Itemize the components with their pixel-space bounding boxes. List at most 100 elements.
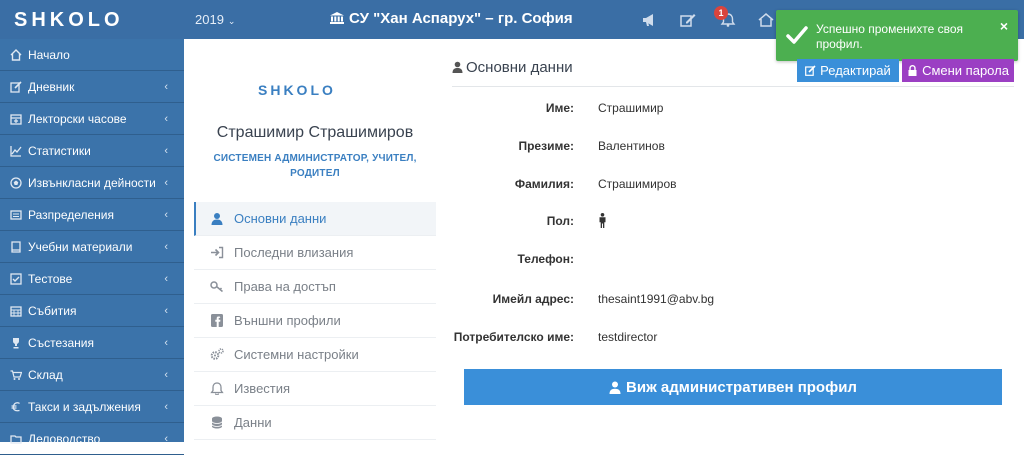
user-icon	[609, 381, 621, 394]
sidebar-item-records[interactable]: Деловодство ‹	[0, 423, 184, 455]
profile-menu-label: Известия	[234, 381, 291, 396]
toast-close-icon[interactable]: ×	[1000, 18, 1008, 34]
home-icon[interactable]	[758, 13, 774, 27]
chevron-left-icon: ‹	[164, 369, 168, 381]
field-label: Имейл адрес:	[492, 292, 574, 306]
megaphone-icon[interactable]	[642, 13, 658, 27]
sidebar-item-label: Склад	[28, 367, 63, 382]
field-value: thesaint1991@abv.bg	[598, 292, 715, 306]
field-label: Потребителско име:	[453, 330, 574, 344]
profile-menu-label: Външни профили	[234, 313, 341, 328]
year-selector[interactable]: 2019 ⌄	[195, 12, 235, 27]
edit-button[interactable]: Редактирай	[797, 59, 899, 82]
field-first-name: Име: Страшимир	[452, 101, 1014, 121]
chevron-left-icon: ‹	[164, 241, 168, 253]
profile-menu-access-rights[interactable]: Права на достъп	[194, 270, 436, 304]
bell-outline-icon	[210, 382, 224, 395]
field-label: Пол:	[546, 214, 574, 228]
chevron-left-icon: ‹	[164, 209, 168, 221]
profile-panel: SHKOLO Страшимир Страшимиров СИСТЕМЕН АД…	[194, 39, 436, 442]
sidebar-item-label: Статистики	[28, 143, 91, 158]
sidebar-item-materials[interactable]: Учебни материали ‹	[0, 231, 184, 263]
chevron-left-icon: ‹	[164, 305, 168, 317]
chevron-down-icon: ⌄	[227, 16, 236, 26]
cart-icon	[10, 369, 22, 380]
sidebar-item-fees[interactable]: Такси и задължения ‹	[0, 391, 184, 423]
profile-roles: СИСТЕМЕН АДМИНИСТРАТОР, УЧИТЕЛ, РОДИТЕЛ	[213, 153, 417, 179]
calendar-icon	[10, 113, 22, 125]
chevron-left-icon: ‹	[164, 433, 168, 445]
shkolo-logo[interactable]: SHKOLO	[14, 8, 170, 30]
sidebar: Начало Дневник ‹ Лекторски часове ‹ Стат…	[0, 39, 184, 455]
page-title: Основни данни	[452, 59, 573, 76]
profile-menu-label: Данни	[234, 415, 272, 430]
sidebar-item-home[interactable]: Начало	[0, 39, 184, 71]
sidebar-item-label: Разпределения	[28, 207, 115, 222]
notification-badge: 1	[714, 6, 728, 20]
sidebar-item-statistics[interactable]: Статистики ‹	[0, 135, 184, 167]
field-label: Име:	[545, 101, 574, 115]
edit-icon[interactable]	[680, 13, 696, 27]
profile-menu-label: Системни настройки	[234, 347, 359, 362]
euro-icon	[11, 401, 20, 411]
field-email: Имейл адрес: thesaint1991@abv.bg	[452, 292, 1014, 312]
profile-menu-last-logins[interactable]: Последни влизания	[194, 236, 436, 270]
sidebar-item-label: Учебни материали	[28, 239, 133, 254]
change-password-button[interactable]: Смени парола	[902, 59, 1014, 82]
check-square-icon	[10, 272, 22, 285]
field-label: Телефон:	[517, 252, 574, 266]
sidebar-item-warehouse[interactable]: Склад ‹	[0, 359, 184, 391]
profile-menu-label: Основни данни	[234, 211, 327, 226]
sidebar-item-lecture-hours[interactable]: Лекторски часове ‹	[0, 103, 184, 135]
field-last-name: Фамилия: Страшимиров	[452, 177, 1014, 197]
profile-menu-system-settings[interactable]: Системни настройки	[194, 338, 436, 372]
key-icon	[210, 281, 223, 293]
profile-name: Страшимир Страшимиров	[216, 124, 414, 141]
user-icon	[452, 61, 463, 73]
book-icon	[11, 240, 21, 253]
sidebar-item-diary[interactable]: Дневник ‹	[0, 71, 184, 103]
profile-menu: Основни данни Последни влизания Права на…	[194, 202, 436, 440]
trophy-icon	[13, 337, 19, 348]
svg-text:SHKOLO: SHKOLO	[14, 9, 124, 30]
school-name: СУ "Хан Аспарух" – гр. София	[330, 10, 573, 27]
sidebar-item-competitions[interactable]: Състезания ‹	[0, 327, 184, 359]
chevron-left-icon: ‹	[164, 177, 168, 189]
sidebar-item-events[interactable]: Събития ‹	[0, 295, 184, 327]
sidebar-item-extracurricular[interactable]: Извънкласни дейности ‹	[0, 167, 184, 199]
calendar-grid-icon	[10, 305, 22, 317]
sidebar-item-tests[interactable]: Тестове ‹	[0, 263, 184, 295]
field-label: Презиме:	[518, 139, 574, 153]
profile-menu-data[interactable]: Данни	[194, 406, 436, 440]
profile-menu-external-profiles[interactable]: Външни профили	[194, 304, 436, 338]
lock-icon	[908, 65, 917, 76]
sidebar-item-label: Деловодство	[28, 431, 101, 446]
field-value: Страшимиров	[598, 177, 677, 191]
sidebar-item-label: Начало	[28, 47, 70, 62]
field-gender: Пол:	[452, 213, 1014, 234]
sidebar-item-label: Състезания	[28, 335, 94, 350]
field-phone: Телефон:	[452, 252, 1014, 272]
profile-menu-label: Права на достъп	[234, 279, 336, 294]
field-value: Валентинов	[598, 139, 665, 153]
sidebar-item-label: Лекторски часове	[28, 111, 127, 126]
field-label: Фамилия:	[514, 177, 574, 191]
chevron-left-icon: ‹	[164, 145, 168, 157]
sidebar-item-label: Такси и задължения	[28, 399, 141, 414]
edit-icon	[805, 65, 816, 76]
chart-icon	[10, 145, 22, 157]
sidebar-item-label: Дневник	[28, 79, 75, 94]
field-value: testdirector	[598, 330, 658, 344]
sidebar-item-schedules[interactable]: Разпределения ‹	[0, 199, 184, 231]
field-username: Потребителско име: testdirector	[452, 330, 1014, 350]
shkolo-logo: SHKOLO	[258, 83, 336, 97]
view-admin-profile-button[interactable]: Виж административен профил	[464, 369, 1002, 405]
cogs-icon	[210, 348, 224, 360]
home-icon	[10, 48, 22, 61]
svg-text:SHKOLO: SHKOLO	[258, 83, 336, 97]
profile-menu-notifications[interactable]: Известия	[194, 372, 436, 406]
profile-menu-basic-data[interactable]: Основни данни	[194, 202, 436, 236]
ball-icon	[10, 176, 22, 189]
profile-menu-label: Последни влизания	[234, 245, 354, 260]
chevron-left-icon: ‹	[164, 401, 168, 413]
